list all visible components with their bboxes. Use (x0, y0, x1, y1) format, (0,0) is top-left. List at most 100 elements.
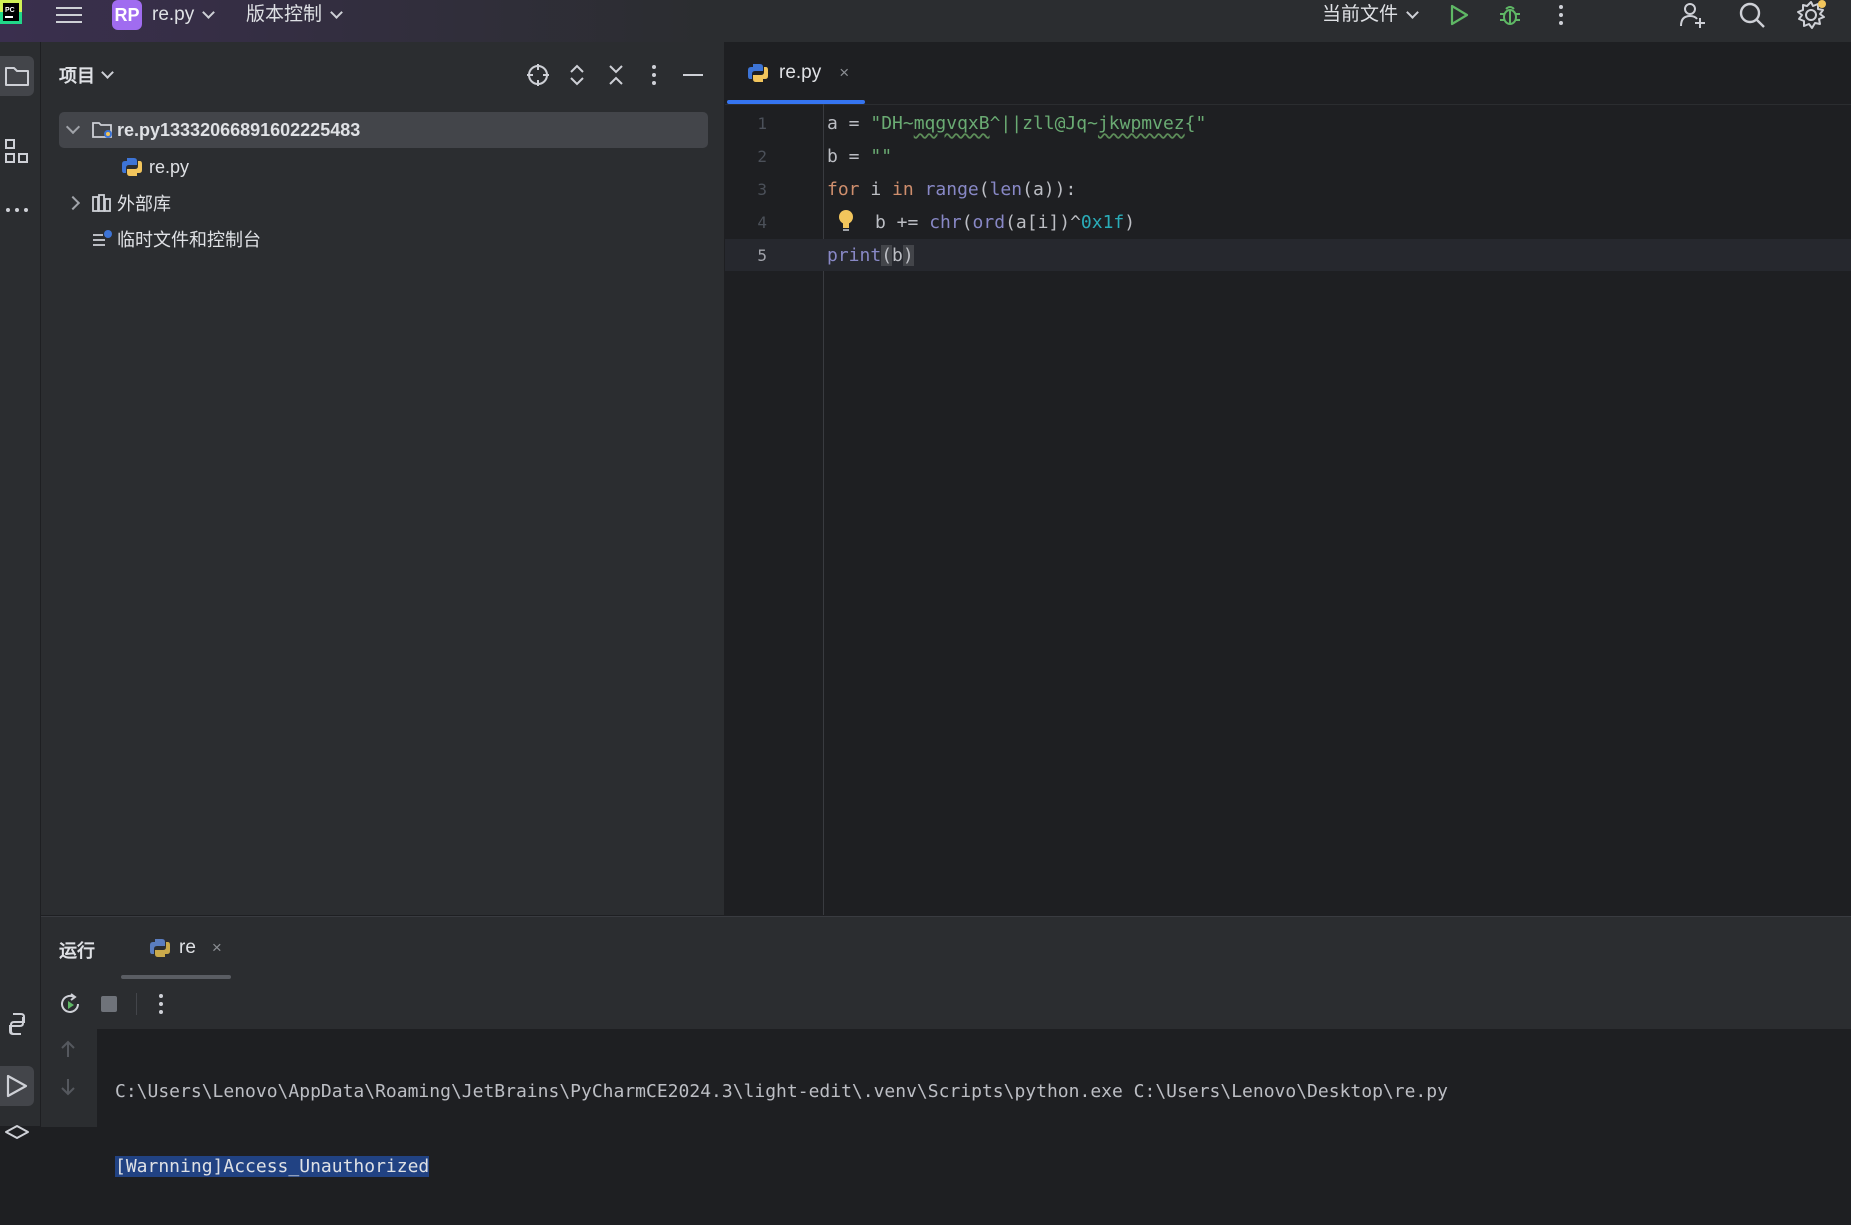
code-line[interactable]: 2 b = "" (725, 140, 1851, 172)
crosshair-icon (527, 64, 549, 86)
vcs-menu[interactable]: 版本控制 (246, 2, 343, 28)
active-tab-indicator (727, 100, 865, 104)
python-run-icon (150, 939, 170, 957)
code-text[interactable]: a = "DH~mqgvqxB^||zll@Jq~jkwpmvez{" (827, 113, 1206, 134)
collapse-all-icon (609, 65, 623, 85)
structure-tool-button[interactable] (0, 132, 34, 172)
search-icon (1739, 2, 1765, 28)
library-icon (92, 194, 111, 212)
selected-output-text[interactable]: [Warnning]Access_Unauthorized (115, 1156, 430, 1177)
chevron-down-icon (1406, 6, 1419, 19)
lightbulb-icon[interactable] (837, 208, 855, 234)
stop-button[interactable] (94, 989, 124, 1019)
pycharm-logo-icon[interactable]: PC (0, 0, 22, 24)
scroll-up-button[interactable] (56, 1037, 80, 1061)
tree-item-file[interactable]: re.py (121, 149, 189, 185)
code-text[interactable]: b += chr(ord(a[i])^0x1f) (875, 212, 1135, 233)
run-options-button[interactable] (146, 989, 176, 1019)
services-tool-button[interactable] (0, 1112, 34, 1152)
editor-tab-bar: re.py × (725, 42, 1851, 105)
run-outline-icon (6, 1074, 28, 1098)
main-menu-icon[interactable] (54, 2, 84, 28)
code-with-me-button[interactable] (1677, 0, 1709, 30)
console-side-toolbar (41, 1029, 97, 1127)
tab-label: re.py (779, 62, 822, 83)
hide-panel-button[interactable] (678, 60, 708, 90)
run-icon (1450, 4, 1469, 26)
settings-button[interactable] (1795, 0, 1827, 30)
layers-icon (5, 1125, 29, 1139)
tree-item-label: re.py13332066891602225483 (117, 119, 361, 140)
arrow-up-icon (61, 1040, 75, 1057)
stop-icon (101, 996, 117, 1012)
line-number: 1 (757, 113, 767, 133)
console-output[interactable]: C:\Users\Lenovo\AppData\Roaming\JetBrain… (115, 1033, 1448, 1225)
tree-item-project-root[interactable]: re.py13332066891602225483 (59, 112, 708, 148)
expand-all-button[interactable] (562, 60, 592, 90)
project-tool-button[interactable] (0, 56, 34, 96)
code-line[interactable]: 4 b += chr(ord(a[i])^0x1f) (725, 206, 1851, 238)
run-toolbar (41, 979, 1851, 1030)
rerun-icon (61, 993, 79, 1013)
chevron-right-icon[interactable] (63, 195, 83, 211)
project-view-selector[interactable]: 项目 (59, 62, 114, 88)
locate-file-button[interactable] (523, 60, 553, 90)
project-options-button[interactable] (639, 60, 669, 90)
chevron-down-icon (101, 66, 114, 79)
code-text[interactable]: b = "" (827, 146, 892, 167)
more-tools-button[interactable] (0, 190, 34, 230)
run-tab-label: re (179, 937, 196, 958)
project-panel-title: 项目 (59, 66, 95, 86)
collapse-all-button[interactable] (601, 60, 631, 90)
close-icon[interactable]: × (212, 938, 222, 958)
console-output-line[interactable]: [Warnning]Access_Unauthorized (115, 1150, 1448, 1183)
run-panel-header: 运行 re × (41, 917, 1851, 980)
scratches-icon (93, 230, 112, 246)
python-console-tool-button[interactable] (0, 1004, 34, 1044)
rerun-button[interactable] (55, 989, 85, 1019)
more-vertical-icon (159, 994, 163, 1014)
line-number: 3 (757, 179, 767, 199)
scroll-down-button[interactable] (56, 1075, 80, 1099)
title-bar: PC RP re.py 版本控制 当前文件 (0, 0, 1851, 43)
chevron-down-icon (202, 6, 216, 19)
code-text[interactable]: print(b) (827, 244, 914, 266)
line-number: 2 (757, 146, 767, 166)
tree-item-external-libraries[interactable]: 外部库 (59, 185, 171, 221)
close-icon[interactable]: × (839, 63, 849, 83)
project-name: re.py (152, 4, 195, 25)
console-command-line[interactable]: C:\Users\Lenovo\AppData\Roaming\JetBrain… (115, 1075, 1448, 1108)
debug-button[interactable] (1494, 0, 1526, 30)
toolbar-separator (136, 993, 137, 1015)
chevron-down-icon (330, 6, 343, 19)
run-panel: 运行 re × C:\Users\Lenovo\AppData\Roaming\… (41, 916, 1851, 1177)
project-panel: 项目 re.py13332066891602225483 re.py 外部库 临… (41, 42, 725, 915)
run-button[interactable] (1443, 0, 1475, 30)
line-number: 4 (757, 212, 767, 232)
run-tool-button[interactable] (0, 1066, 34, 1106)
code-line-current[interactable]: 5 print(b) (725, 239, 1851, 271)
more-actions-button[interactable] (1545, 0, 1577, 30)
tree-item-scratches[interactable]: 临时文件和控制台 (91, 221, 261, 257)
left-tool-strip (0, 42, 41, 1139)
search-button[interactable] (1736, 0, 1768, 30)
project-switcher[interactable]: re.py (152, 2, 216, 28)
vcs-menu-label: 版本控制 (246, 4, 323, 25)
tree-item-label: 外部库 (117, 194, 171, 214)
arrow-down-icon (61, 1079, 75, 1096)
code-text[interactable]: for i in range(len(a)): (827, 179, 1076, 200)
run-config-selector[interactable]: 当前文件 (1322, 2, 1419, 28)
folder-icon (5, 67, 29, 86)
chevron-down-icon[interactable] (63, 119, 83, 135)
editor-tab-re-py[interactable]: re.py × (727, 42, 865, 104)
run-config-label: 当前文件 (1322, 4, 1399, 25)
svg-text:PC: PC (5, 7, 15, 14)
code-line[interactable]: 3 for i in range(len(a)): (725, 173, 1851, 205)
run-tab-re[interactable]: re × (139, 925, 239, 971)
project-badge[interactable]: RP (112, 0, 142, 30)
tree-item-label: re.py (149, 156, 190, 177)
python-file-icon (748, 64, 768, 82)
expand-all-icon (570, 64, 584, 86)
bug-icon (1500, 6, 1520, 25)
code-line[interactable]: 1 a = "DH~mqgvqxB^||zll@Jq~jkwpmvez{" (725, 107, 1851, 139)
